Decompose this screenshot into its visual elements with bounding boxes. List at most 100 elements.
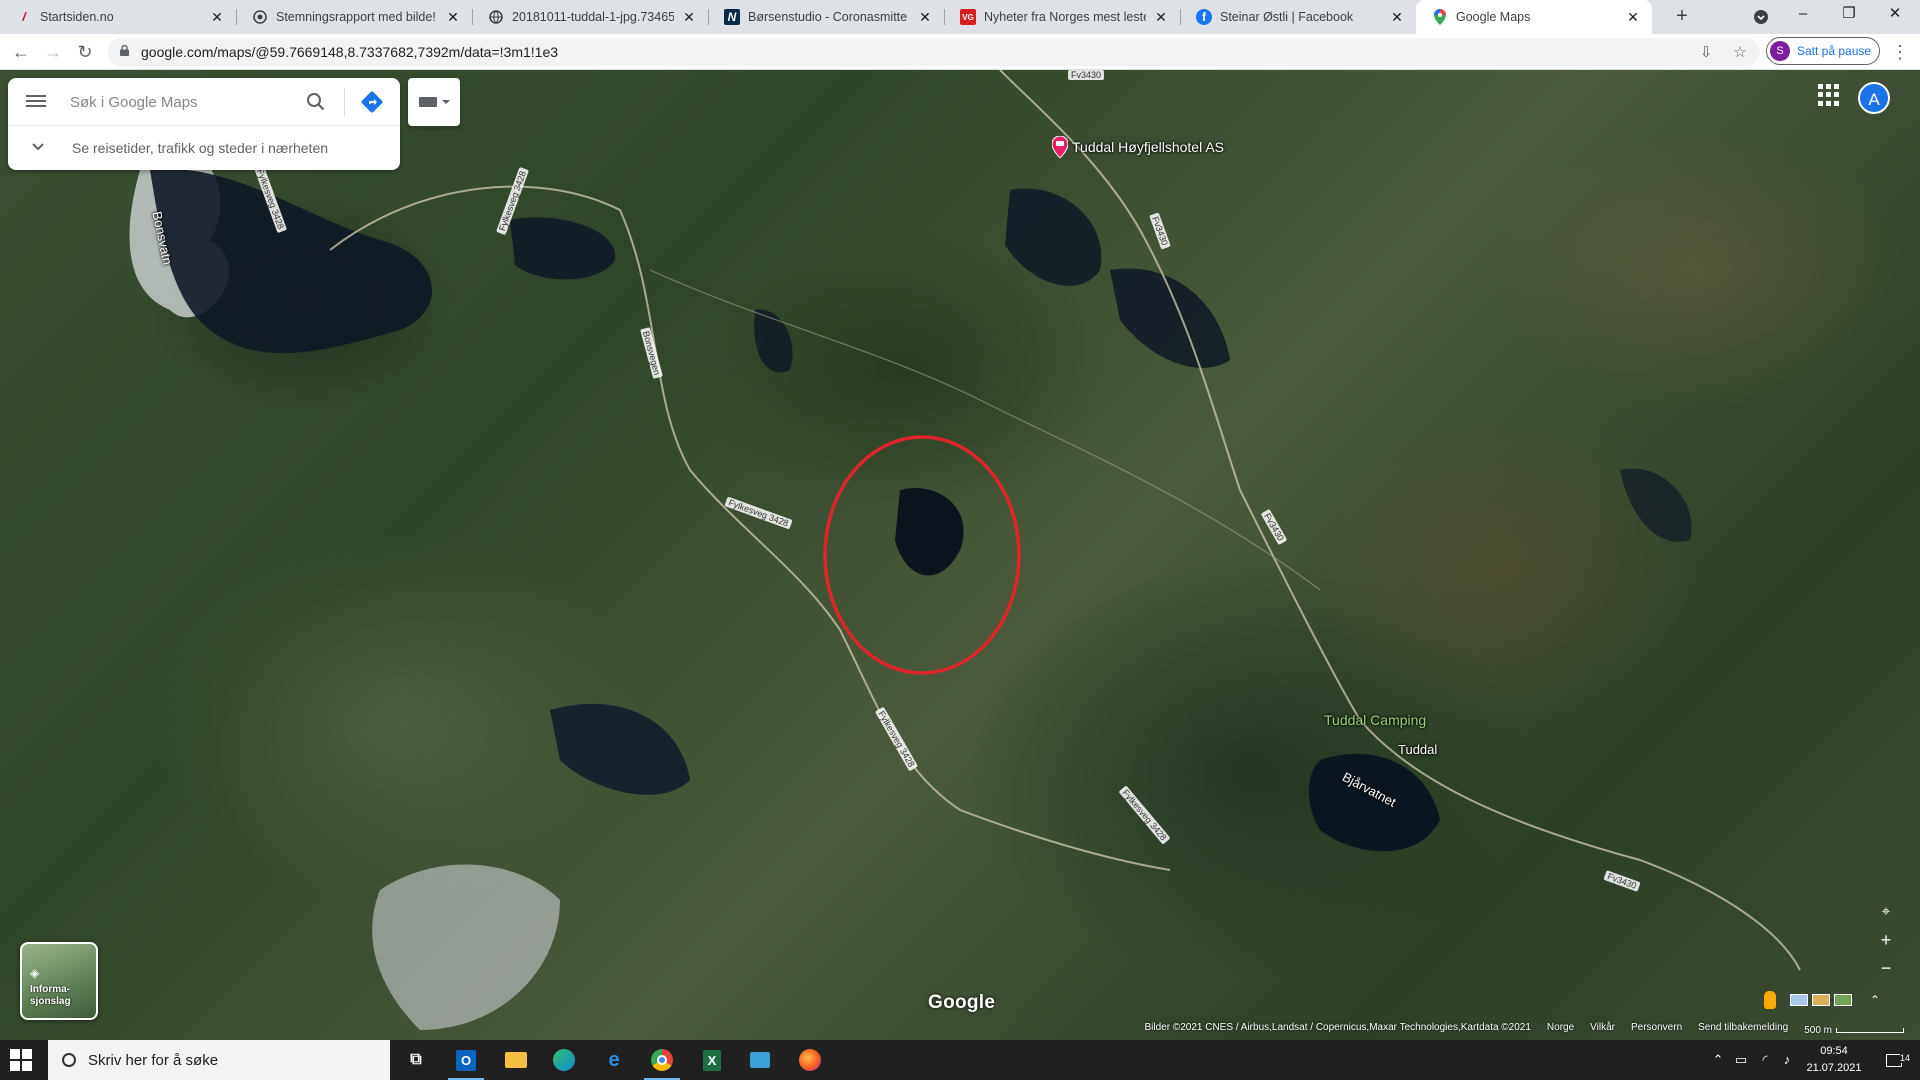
chrome-icon[interactable]: [642, 1044, 682, 1080]
install-app-icon[interactable]: ⇩: [1696, 43, 1716, 63]
camping-label[interactable]: Tuddal Camping: [1324, 712, 1426, 728]
close-tab-icon[interactable]: ✕: [444, 8, 462, 26]
zoom-out-button[interactable]: −: [1872, 954, 1900, 982]
lake: [1110, 268, 1230, 368]
lake: [1620, 468, 1692, 542]
system-clock[interactable]: 09:54 21.07.2021: [1796, 1043, 1872, 1077]
road-fylkesveg-3428: [329, 185, 1171, 871]
back-icon[interactable]: ←: [8, 39, 34, 65]
tab-borsenstudio[interactable]: N Børsenstudio - Coronasmitte på ✕: [708, 0, 944, 34]
tab-title: 20181011-tuddal-1-jpg.734651: [512, 10, 674, 24]
n-icon: N: [724, 9, 740, 25]
tab-title: Nyheter fra Norges mest leste n: [984, 10, 1146, 24]
bookmark-star-icon[interactable]: ☆: [1730, 43, 1750, 63]
url-text: google.com/maps/@59.7669148,8.7337682,73…: [141, 44, 559, 60]
tab-stemningsrapport[interactable]: Stemningsrapport med bilde! | S ✕: [236, 0, 472, 34]
satellite-map[interactable]: Bonsvatn Tuddal Høyfjellshotel AS Tuddal…: [0, 70, 1920, 1040]
tab-tuddal-image[interactable]: 20181011-tuddal-1-jpg.734651 ✕: [472, 0, 708, 34]
wifi-icon[interactable]: ◜: [1754, 1040, 1776, 1080]
taskbar-search[interactable]: Skriv her for å søke: [48, 1040, 390, 1080]
close-tab-icon[interactable]: ✕: [1152, 8, 1170, 26]
excel-icon[interactable]: X: [692, 1044, 732, 1076]
close-tab-icon[interactable]: ✕: [916, 8, 934, 26]
restore-icon[interactable]: ❐: [1826, 0, 1872, 30]
country-link[interactable]: Norge: [1547, 1022, 1574, 1038]
close-tab-icon[interactable]: ✕: [1624, 8, 1642, 26]
scale-bar[interactable]: 500 m: [1804, 1022, 1904, 1038]
tab-title: Google Maps: [1456, 10, 1531, 24]
close-tab-icon[interactable]: ✕: [680, 8, 698, 26]
browser-menu-icon[interactable]: ⋮: [1890, 39, 1910, 65]
taskbar: Skriv her for å søke ⧉ O e X ⌃ ▭ ◜ ♪ 09:…: [0, 1040, 1920, 1080]
nearby-text: Se reisetider, trafikk og steder i nærhe…: [72, 140, 329, 156]
menu-icon[interactable]: [26, 92, 46, 112]
file-explorer-icon[interactable]: [496, 1044, 536, 1076]
show-hidden-icons[interactable]: ⌃: [1708, 1040, 1728, 1080]
maps-icon: [1432, 9, 1448, 25]
zoom-in-button[interactable]: +: [1872, 926, 1900, 954]
lock-icon: [120, 45, 129, 56]
windows-start-icon[interactable]: [10, 1049, 32, 1071]
google-apps-icon[interactable]: [1818, 84, 1840, 106]
keyboard-icon: [418, 97, 437, 107]
tab-facebook[interactable]: f Steinar Østli | Facebook ✕: [1180, 0, 1416, 34]
imagery-thumbnail[interactable]: [1789, 994, 1808, 1006]
lake-bonsvatn: [150, 168, 433, 354]
imagery-thumbnail[interactable]: [1833, 994, 1852, 1006]
my-location-icon[interactable]: ⌖: [1872, 898, 1900, 926]
forward-icon[interactable]: →: [40, 39, 66, 65]
imagery-credit: Bilder ©2021 CNES / Airbus,Landsat / Cop…: [1144, 1022, 1531, 1033]
battery-icon[interactable]: ▭: [1730, 1040, 1752, 1080]
lake: [550, 703, 690, 795]
lake-bjarvatnet: [1308, 753, 1440, 852]
close-window-icon[interactable]: ✕: [1872, 0, 1918, 30]
task-view-icon[interactable]: ⧉: [396, 1044, 436, 1076]
layers-button[interactable]: ◈ Informa- sjonslag: [20, 942, 98, 1020]
road-label: Fv3430: [1068, 70, 1105, 80]
browser-toolbar: ← → ↻ google.com/maps/@59.7669148,8.7337…: [0, 34, 1920, 70]
search-icon[interactable]: [304, 90, 328, 114]
notification-center[interactable]: 14: [1876, 1040, 1912, 1080]
search-row: [8, 78, 400, 126]
new-tab-button[interactable]: +: [1670, 5, 1694, 29]
avatar: S: [1770, 41, 1790, 61]
nearby-row[interactable]: Se reisetider, trafikk og steder i nærhe…: [8, 126, 400, 170]
input-tools-button[interactable]: [408, 78, 460, 126]
taskbar-search-placeholder: Skriv her for å søke: [88, 1051, 219, 1069]
privacy-link[interactable]: Personvern: [1631, 1022, 1682, 1038]
expand-icon[interactable]: ⌃: [1870, 993, 1880, 1007]
photos-app-icon[interactable]: [740, 1044, 780, 1076]
tab-search-icon[interactable]: [1749, 5, 1773, 29]
scale-label: 500 m: [1804, 1024, 1832, 1036]
tab-google-maps[interactable]: Google Maps ✕: [1416, 0, 1652, 34]
address-bar[interactable]: google.com/maps/@59.7669148,8.7337682,73…: [108, 38, 1760, 66]
account-avatar[interactable]: A: [1858, 82, 1890, 114]
terms-link[interactable]: Vilkår: [1590, 1022, 1615, 1038]
village-label[interactable]: Tuddal: [1398, 742, 1437, 757]
tab-title: Stemningsrapport med bilde! | S: [276, 10, 438, 24]
firefox-icon[interactable]: [790, 1044, 830, 1076]
close-tab-icon[interactable]: ✕: [1388, 8, 1406, 26]
feedback-link[interactable]: Send tilbakemelding: [1698, 1022, 1788, 1038]
tab-title: Børsenstudio - Coronasmitte på: [748, 10, 910, 24]
tab-vg[interactable]: VG Nyheter fra Norges mest leste n ✕: [944, 0, 1180, 34]
close-tab-icon[interactable]: ✕: [208, 8, 226, 26]
minimize-icon[interactable]: –: [1780, 0, 1826, 30]
volume-icon[interactable]: ♪: [1776, 1040, 1798, 1080]
profile-button[interactable]: S Satt på pause: [1766, 37, 1880, 65]
map-imagery-strip: ⌃: [1756, 988, 1880, 1012]
pegman-icon[interactable]: [1764, 991, 1776, 1009]
hotel-label[interactable]: Tuddal Høyfjellshotel AS: [1051, 135, 1224, 159]
startsiden-icon: /: [22, 10, 26, 24]
edge-icon[interactable]: [544, 1044, 584, 1076]
internet-explorer-icon[interactable]: e: [594, 1044, 634, 1076]
outlook-icon[interactable]: O: [446, 1044, 486, 1080]
globe-icon: [252, 9, 268, 25]
directions-icon[interactable]: [360, 90, 384, 114]
imagery-thumbnail[interactable]: [1811, 994, 1830, 1006]
reload-icon[interactable]: ↻: [72, 39, 98, 65]
globe-icon: [488, 9, 504, 25]
screen: / Startsiden.no ✕ Stemningsrapport med b…: [0, 0, 1920, 1080]
tab-startsiden[interactable]: / Startsiden.no ✕: [0, 0, 236, 34]
search-input[interactable]: [70, 90, 300, 114]
